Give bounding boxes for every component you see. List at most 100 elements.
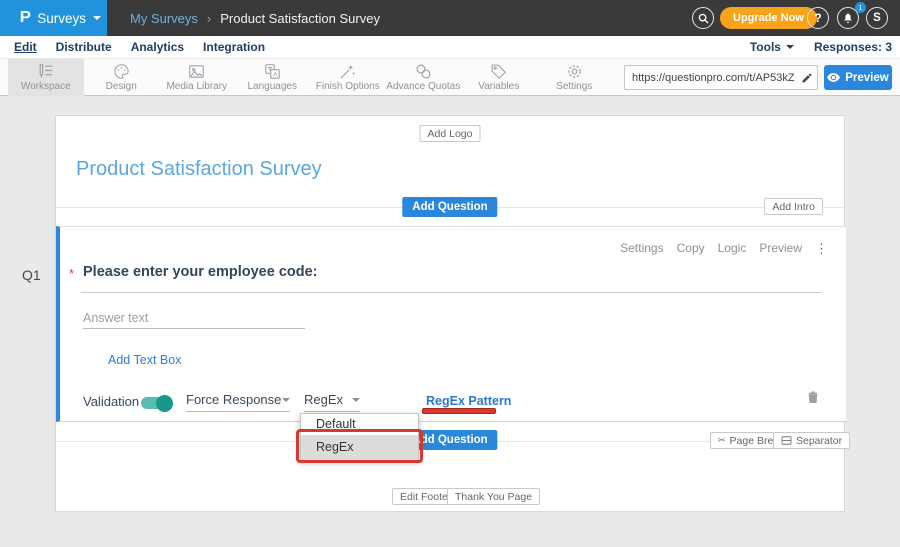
upgrade-now-button[interactable]: Upgrade Now (720, 7, 817, 29)
question-menu: Settings Copy Logic Preview ⋮ (620, 241, 828, 255)
add-logo-button[interactable]: Add Logo (420, 125, 481, 142)
add-question-button-top[interactable]: Add Question (402, 197, 497, 217)
questionpro-logo: P (19, 9, 30, 27)
nav-right: Tools Responses: 3 (750, 36, 892, 58)
question-logic-link[interactable]: Logic (718, 241, 747, 255)
dropdown-option-regex[interactable]: RegEx (301, 435, 418, 460)
questionpro-survey-editor: P Surveys My Surveys › Product Satisfact… (0, 0, 900, 547)
breadcrumb: My Surveys › Product Satisfaction Survey (130, 0, 380, 36)
tab-edit[interactable]: Edit (14, 40, 37, 54)
eye-icon (827, 73, 840, 82)
chevron-down-icon (352, 398, 360, 402)
validation-toggle[interactable] (141, 397, 171, 409)
advance-quotas-icon (415, 63, 432, 80)
separator-button[interactable]: Separator (773, 432, 850, 449)
preview-button[interactable]: Preview (824, 65, 892, 90)
toolbar-items: Workspace Design Media Library A Languag… (8, 59, 612, 96)
surveys-product-menu[interactable]: P Surveys (0, 0, 107, 36)
tab-integration[interactable]: Integration (203, 40, 265, 54)
survey-url-input[interactable] (624, 65, 818, 90)
user-avatar[interactable]: S (866, 7, 888, 29)
toolbar-item-variables[interactable]: Variables (461, 59, 537, 96)
thank-you-page-button[interactable]: Thank You Page (447, 488, 540, 505)
chevron-down-icon (282, 398, 290, 402)
toolbar-item-workspace[interactable]: Workspace (8, 59, 84, 96)
tab-distribute[interactable]: Distribute (56, 40, 112, 54)
survey-card: Add Logo Product Satisfaction Survey Add… (55, 115, 845, 512)
toggle-knob (156, 395, 173, 412)
survey-url-box (624, 65, 818, 90)
survey-nav-bar: Edit Distribute Analytics Integration To… (0, 36, 900, 58)
toolbar-item-label: Variables (478, 81, 519, 92)
help-button[interactable]: ? (807, 7, 829, 29)
dropdown-option-default[interactable]: Default (301, 414, 418, 435)
force-response-dropdown[interactable]: Force Response (186, 392, 290, 412)
question-copy-link[interactable]: Copy (677, 241, 705, 255)
design-icon (113, 63, 130, 80)
search-button[interactable] (692, 7, 714, 29)
search-icon (698, 13, 709, 24)
nav-tabs: Edit Distribute Analytics Integration (14, 36, 265, 58)
answer-text-field[interactable]: Answer text (83, 311, 148, 325)
responses-count[interactable]: Responses: 3 (814, 40, 892, 54)
languages-icon: A (264, 63, 281, 80)
required-asterisk: * (69, 266, 74, 281)
validation-type-value: RegEx (304, 392, 343, 407)
scissors-icon: ✂ (718, 435, 726, 446)
question-text[interactable]: Please enter your employee code: (83, 264, 318, 280)
toolbar-item-finish-options[interactable]: Finish Options (310, 59, 386, 96)
separator-label: Separator (796, 435, 842, 447)
survey-title[interactable]: Product Satisfaction Survey (76, 158, 322, 181)
validation-type-dropdown-menu: Default RegEx (300, 413, 419, 461)
kebab-menu-icon[interactable]: ⋮ (815, 242, 828, 255)
product-menu-label: Surveys (37, 11, 86, 26)
editor-toolbar: Workspace Design Media Library A Languag… (0, 58, 900, 96)
toolbar-item-advance-quotas[interactable]: Advance Quotas (386, 59, 462, 96)
answer-field-underline (83, 328, 305, 329)
annotation-regex-pattern-underline (422, 408, 496, 414)
validation-label: Validation (83, 394, 139, 409)
question-text-underline (81, 292, 822, 293)
add-intro-button[interactable]: Add Intro (764, 198, 823, 215)
toolbar-item-design[interactable]: Design (84, 59, 160, 96)
toolbar-item-label: Media Library (166, 81, 227, 92)
tools-label: Tools (750, 40, 781, 54)
toolbar-item-label: Advance Quotas (386, 81, 460, 92)
force-response-value: Force Response (186, 392, 281, 407)
question-block: Settings Copy Logic Preview ⋮ * Please e… (56, 226, 846, 422)
chevron-down-icon (786, 45, 794, 49)
notification-badge: 1 (855, 2, 866, 13)
variables-icon (490, 63, 507, 80)
toolbar-item-media-library[interactable]: Media Library (159, 59, 235, 96)
media-library-icon (188, 63, 205, 80)
breadcrumb-current-survey: Product Satisfaction Survey (220, 11, 380, 26)
validation-type-dropdown[interactable]: RegEx (304, 392, 360, 412)
add-text-box-link[interactable]: Add Text Box (108, 353, 181, 367)
toolbar-item-settings[interactable]: Settings (537, 59, 613, 96)
breadcrumb-my-surveys[interactable]: My Surveys (130, 11, 198, 26)
notifications-button[interactable]: 1 (837, 0, 863, 36)
toolbar-item-label: Languages (248, 81, 298, 92)
toolbar-item-label: Settings (556, 81, 592, 92)
preview-label: Preview (845, 72, 888, 84)
question-number-label: Q1 (22, 267, 41, 283)
toolbar-item-label: Design (106, 81, 137, 92)
delete-question-trash-icon[interactable] (807, 390, 819, 409)
tab-analytics[interactable]: Analytics (131, 40, 184, 54)
question-settings-link[interactable]: Settings (620, 241, 663, 255)
toolbar-item-languages[interactable]: A Languages (235, 59, 311, 96)
chevron-down-icon (93, 16, 101, 20)
tools-menu[interactable]: Tools (750, 40, 794, 54)
separator-icon (781, 436, 792, 445)
regex-pattern-link[interactable]: RegEx Pattern (426, 394, 511, 408)
toolbar-item-label: Workspace (21, 81, 71, 92)
breadcrumb-chevron-icon: › (207, 11, 211, 26)
question-preview-link[interactable]: Preview (759, 241, 802, 255)
workspace-icon (37, 63, 54, 80)
edit-url-pencil-icon[interactable] (801, 71, 813, 89)
toolbar-item-label: Finish Options (316, 81, 380, 92)
top-header-bar: P Surveys My Surveys › Product Satisfact… (0, 0, 900, 36)
finish-options-icon (339, 63, 356, 80)
settings-icon (566, 63, 583, 80)
editor-content: Q1 Add Logo Product Satisfaction Survey … (0, 96, 900, 547)
